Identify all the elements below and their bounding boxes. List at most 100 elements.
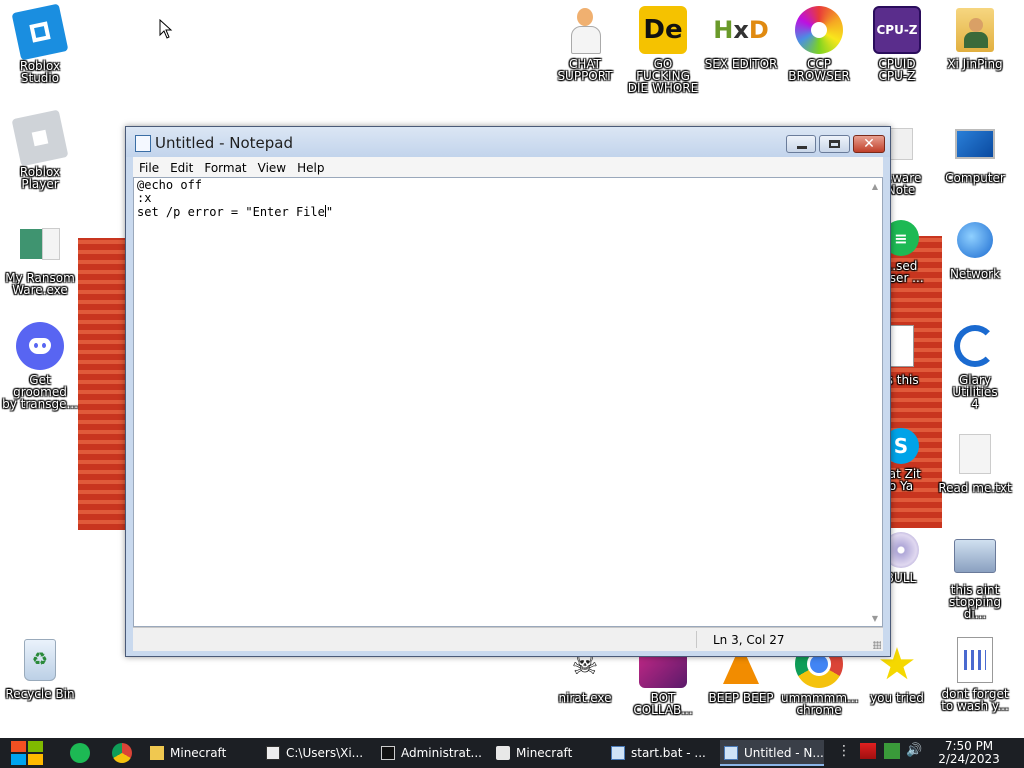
desktop-icon-dont-forget[interactable]: dont forget to wash y... bbox=[937, 636, 1013, 712]
hxd-icon: HxD bbox=[713, 16, 769, 44]
taskbar-item-minecraft-folder[interactable]: Minecraft bbox=[146, 740, 256, 766]
desktop-icon-readme[interactable]: Read me.txt bbox=[937, 430, 1013, 494]
desktop-icon-roblox-player[interactable]: Roblox Player bbox=[2, 109, 78, 191]
network-tray-icon[interactable] bbox=[884, 743, 900, 759]
desktop-icon-glary[interactable]: Glary Utilities 4 bbox=[937, 322, 1013, 410]
minimize-icon bbox=[787, 136, 815, 152]
desktop-icon-label: Read me.txt bbox=[938, 481, 1012, 495]
status-bar: Ln 3, Col 27 bbox=[133, 627, 883, 651]
scroll-up-arrow-icon[interactable]: ▲ bbox=[872, 182, 878, 191]
menu-format[interactable]: Format bbox=[198, 158, 251, 178]
taskbar-item-label: C:\Users\Xi... bbox=[286, 746, 364, 760]
taskbar-item-cmd[interactable]: Administrat... bbox=[377, 740, 487, 766]
notepad-window[interactable]: Untitled - Notepad ✕ File Edit Format View H… bbox=[125, 126, 891, 657]
notepad-icon bbox=[611, 746, 625, 760]
editor-line-3-tail: " bbox=[325, 205, 334, 219]
desktop-icon-label: nirat.exe bbox=[558, 691, 612, 705]
menu-help[interactable]: Help bbox=[291, 158, 329, 178]
desktop-icon-label: Roblox Studio bbox=[19, 59, 61, 85]
de-icon: De bbox=[639, 6, 687, 54]
desktop-icon-ransomware[interactable]: My Ransom Ware.exe bbox=[2, 220, 78, 296]
windows-logo-part bbox=[11, 754, 26, 765]
discord-icon bbox=[16, 322, 64, 370]
status-divider bbox=[696, 631, 697, 648]
taskbar-item-label: Minecraft bbox=[170, 746, 227, 760]
taskbar-item-7zip[interactable]: C:\Users\Xi... bbox=[262, 740, 372, 766]
desktop-icon-discord[interactable]: Get groomed by transge... bbox=[2, 322, 78, 410]
desktop-icon-label: GO FUCKING DIE WHORE bbox=[627, 57, 699, 95]
more-options-icon[interactable]: ⋮ bbox=[836, 743, 852, 759]
desktop-icon-label: Roblox Player bbox=[19, 165, 61, 191]
glary-icon bbox=[951, 322, 999, 370]
folder-icon bbox=[150, 746, 164, 760]
taskbar: Minecraft C:\Users\Xi... Administrat... … bbox=[0, 738, 1024, 768]
desktop-icon-label: SEX EDITOR bbox=[704, 57, 778, 71]
desktop-icon-label: CPUID CPU-Z bbox=[878, 57, 916, 83]
volume-icon[interactable]: 🔊 bbox=[906, 743, 922, 759]
desktop-icon-label: ummmmm... chrome bbox=[781, 691, 859, 717]
menu-file[interactable]: File bbox=[133, 158, 164, 178]
action-center-flag-icon[interactable] bbox=[860, 743, 876, 759]
desktop-icon-label: Get groomed by transge... bbox=[2, 373, 78, 411]
user-folder-icon bbox=[951, 6, 999, 54]
desktop-icon-recycle-bin[interactable]: ♻ Recycle Bin bbox=[2, 636, 78, 700]
text-editor[interactable]: @echo off :x set /p error = "Enter File"… bbox=[133, 177, 883, 627]
editor-line-2: :x bbox=[137, 191, 152, 205]
colorful-browser-icon bbox=[795, 6, 843, 54]
desktop-icon-label: My Ransom Ware.exe bbox=[5, 271, 75, 297]
chrome-quicklaunch-icon[interactable] bbox=[112, 743, 132, 763]
desktop-icon-ccp-browser[interactable]: CCP BROWSER bbox=[781, 6, 857, 82]
windows-logo-icon bbox=[11, 741, 26, 752]
clock-date: 2/24/2023 bbox=[938, 752, 1000, 766]
scroll-down-arrow-icon[interactable]: ▼ bbox=[872, 614, 878, 623]
desktop-icon-this-aint-stopping[interactable]: this aint stopping di... bbox=[937, 532, 1013, 620]
desktop-icon-label: you tried bbox=[870, 691, 924, 705]
maximize-icon bbox=[820, 136, 849, 152]
document-icon bbox=[951, 636, 999, 684]
desktop-icon-computer[interactable]: Computer bbox=[937, 120, 1013, 184]
close-icon: ✕ bbox=[863, 136, 875, 152]
recycle-bin-icon: ♻ bbox=[16, 636, 64, 684]
computer-search-icon bbox=[951, 532, 999, 580]
desktop-icon-label: BEEP BEEP bbox=[708, 691, 774, 705]
close-button[interactable]: ✕ bbox=[853, 135, 885, 153]
spotify-quicklaunch-icon[interactable] bbox=[70, 743, 90, 763]
desktop-icon-label: CCP BROWSER bbox=[788, 57, 850, 83]
resize-grip-icon[interactable] bbox=[873, 641, 881, 649]
desktop-icon-roblox-studio[interactable]: Roblox Studio bbox=[2, 3, 78, 85]
menu-view[interactable]: View bbox=[252, 158, 291, 178]
desktop-icon-chat-support[interactable]: CHAT SUPPORT bbox=[547, 6, 623, 82]
editor-line-3: set /p error = "Enter File bbox=[137, 205, 325, 219]
desktop-icon-cpuz[interactable]: CPU-Z CPUID CPU-Z bbox=[859, 6, 935, 82]
taskbar-item-minecraft-java[interactable]: Minecraft bbox=[492, 740, 602, 766]
window-title: Untitled - Notepad bbox=[155, 134, 294, 152]
notepad-icon bbox=[724, 746, 738, 760]
desktop-icon-label: Recycle Bin bbox=[5, 687, 75, 701]
desktop-icon-network[interactable]: Network bbox=[937, 216, 1013, 280]
start-button[interactable] bbox=[9, 740, 45, 766]
editor-content: @echo off :x set /p error = "Enter File" bbox=[137, 179, 333, 219]
taskbar-item-label: Untitled - N... bbox=[744, 746, 824, 760]
windows-logo-part bbox=[28, 754, 43, 765]
taskbar-item-start-bat[interactable]: start.bat - ... bbox=[607, 740, 717, 766]
wallpaper-strip-left bbox=[78, 238, 130, 530]
menu-edit[interactable]: Edit bbox=[164, 158, 198, 178]
roblox-player-icon bbox=[11, 109, 69, 167]
taskbar-item-untitled-notepad[interactable]: Untitled - N... bbox=[720, 740, 824, 766]
notepad-titlebar[interactable]: Untitled - Notepad ✕ bbox=[126, 127, 890, 157]
desktop-icon-xi-jinping[interactable]: Xi JinPing bbox=[937, 6, 1013, 70]
minimize-button[interactable] bbox=[786, 135, 816, 153]
cpuz-icon: CPU-Z bbox=[873, 6, 921, 54]
text-file-icon bbox=[951, 430, 999, 478]
windows-logo-part bbox=[28, 741, 43, 752]
desktop-icon-label: this aint stopping di... bbox=[948, 583, 1002, 621]
desktop-icon-hxd[interactable]: HxD SEX EDITOR bbox=[703, 6, 779, 70]
cursor-position: Ln 3, Col 27 bbox=[713, 633, 785, 647]
network-icon bbox=[951, 216, 999, 264]
cmd-icon bbox=[381, 746, 395, 760]
system-clock[interactable]: 7:50 PM 2/24/2023 bbox=[930, 740, 1008, 766]
maximize-button[interactable] bbox=[819, 135, 850, 153]
desktop-icon-de[interactable]: De GO FUCKING DIE WHORE bbox=[625, 6, 701, 94]
doctor-icon bbox=[561, 6, 609, 54]
desktop-icon-label: dont forget to wash y... bbox=[941, 687, 1009, 713]
